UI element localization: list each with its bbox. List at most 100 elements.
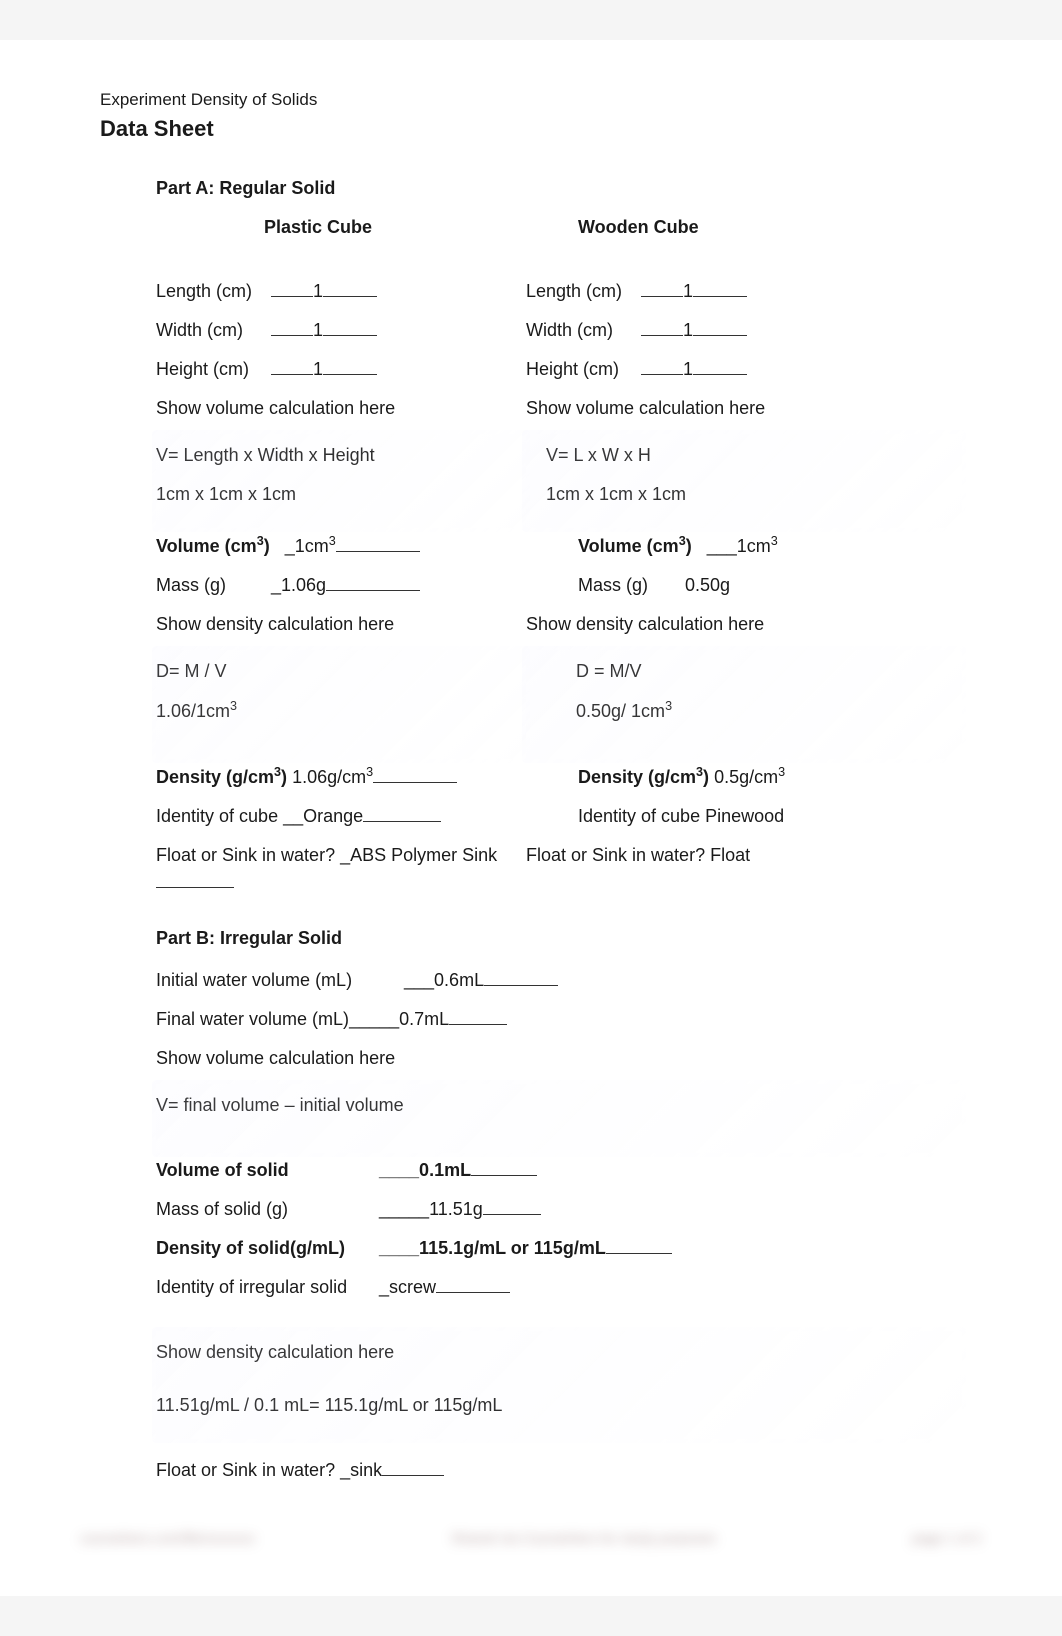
wooden-mass-val: 0.50g xyxy=(685,575,730,595)
plastic-dens-formula: D= M / V xyxy=(156,658,526,685)
blank xyxy=(336,551,420,552)
partb-float-label: Float or Sink in water? xyxy=(156,1460,335,1480)
plastic-height-val: 1 xyxy=(313,359,323,379)
wooden-dens-formula: D = M/V xyxy=(576,658,962,685)
partb-volume-label: Volume of solid xyxy=(156,1157,374,1184)
wooden-length-val: 1 xyxy=(683,281,693,301)
plastic-volume-label: Volume (cm3) xyxy=(156,536,270,556)
wooden-mass-label: Mass (g) xyxy=(578,572,680,599)
blank xyxy=(693,335,747,336)
wooden-cube-col: Wooden Cube Length (cm) 1 Width (cm) 1 H… xyxy=(526,217,962,908)
wooden-volume-label: Volume (cm3) xyxy=(578,536,692,556)
plastic-show-vol: Show volume calculation here xyxy=(156,395,526,422)
plastic-width-val: 1 xyxy=(313,320,323,340)
plastic-cube-col: Plastic Cube Length (cm) 1 Width (cm) 1 … xyxy=(156,217,526,908)
blank xyxy=(373,782,457,783)
wooden-show-dens: Show density calculation here xyxy=(526,611,962,638)
wooden-dens-calc: 0.50g/ 1cm3 xyxy=(576,697,962,725)
blank xyxy=(436,1292,510,1293)
footer-center: Shared via CourseHero for study purposes xyxy=(451,1530,716,1546)
partb-final-label: Final water volume (mL) xyxy=(156,1009,349,1029)
partb-show-dens: Show density calculation here xyxy=(156,1339,962,1366)
wooden-height-val: 1 xyxy=(683,359,693,379)
page-title: Data Sheet xyxy=(100,116,962,142)
blank xyxy=(156,887,234,888)
partb-dens-calc: 11.51g/mL / 0.1 mL= 115.1g/mL or 115g/mL xyxy=(156,1392,962,1419)
plastic-mass-label: Mass (g) xyxy=(156,572,266,599)
part-a-title: Part A: Regular Solid xyxy=(156,178,962,199)
footer: coursehero.com/file/xxxxxxx Shared via C… xyxy=(80,1530,982,1546)
blank xyxy=(363,821,441,822)
wooden-heading: Wooden Cube xyxy=(526,217,962,238)
blank xyxy=(693,374,747,375)
partb-mass-label: Mass of solid (g) xyxy=(156,1196,374,1223)
blank xyxy=(382,1475,444,1476)
plastic-height-label: Height (cm) xyxy=(156,356,266,383)
experiment-title: Experiment Density of Solids xyxy=(100,90,962,110)
plastic-volume-val: _1cm3 xyxy=(285,536,336,556)
partb-initial-val: ___0.6mL xyxy=(404,970,484,990)
partb-float-val: _sink xyxy=(340,1460,382,1480)
plastic-density-label: Density (g/cm3) xyxy=(156,763,287,791)
plastic-density-val: 1.06g/cm3 xyxy=(292,763,373,791)
partb-dens-box: Show density calculation here 11.51g/mL … xyxy=(156,1331,962,1439)
blank xyxy=(271,296,313,297)
part-b-title: Part B: Irregular Solid xyxy=(156,928,962,949)
plastic-dens-box: D= M / V 1.06/1cm3 xyxy=(156,650,526,759)
wooden-density-val: 0.5g/cm3 xyxy=(714,763,785,791)
wooden-vol-box: V= L x W x H 1cm x 1cm x 1cm xyxy=(526,434,962,528)
wooden-identity-label: Identity of cube xyxy=(578,806,700,826)
plastic-vol-formula: V= Length x Width x Height xyxy=(156,442,526,469)
wooden-vol-formula: V= L x W x H xyxy=(546,442,962,469)
plastic-vol-box: V= Length x Width x Height 1cm x 1cm x 1… xyxy=(156,434,526,528)
plastic-float-val: _ABS Polymer Sink xyxy=(340,845,497,865)
blank xyxy=(271,374,313,375)
partb-initial-label: Initial water volume (mL) xyxy=(156,967,374,994)
footer-right: page 1 of 2 xyxy=(912,1530,982,1546)
blank xyxy=(693,296,747,297)
blank xyxy=(271,335,313,336)
wooden-float-val: Float xyxy=(710,845,750,865)
blank xyxy=(483,1214,541,1215)
blank xyxy=(484,985,558,986)
partb-density-label: Density of solid(g/mL) xyxy=(156,1235,374,1262)
blank xyxy=(323,296,377,297)
wooden-identity-val: Pinewood xyxy=(705,806,784,826)
wooden-width-label: Width (cm) xyxy=(526,317,636,344)
wooden-show-vol: Show volume calculation here xyxy=(526,395,962,422)
blank xyxy=(471,1175,537,1176)
partb-vol-formula: V= final volume – initial volume xyxy=(156,1092,962,1119)
plastic-mass-val: _1.06g xyxy=(271,575,326,595)
plastic-length-label: Length (cm) xyxy=(156,278,266,305)
blank xyxy=(449,1024,507,1025)
plastic-width-label: Width (cm) xyxy=(156,317,266,344)
plastic-identity-val: __Orange xyxy=(283,806,363,826)
plastic-float-label: Float or Sink in water? xyxy=(156,845,335,865)
wooden-volume-val: ___1cm3 xyxy=(707,536,778,556)
plastic-length-val: 1 xyxy=(313,281,323,301)
partb-vol-box: V= final volume – initial volume xyxy=(156,1084,962,1153)
blank xyxy=(323,374,377,375)
plastic-dens-calc: 1.06/1cm3 xyxy=(156,697,526,725)
footer-left: coursehero.com/file/xxxxxxx xyxy=(80,1530,255,1546)
wooden-density-label: Density (g/cm3) xyxy=(578,763,709,791)
partb-volume-val: ____0.1mL xyxy=(379,1160,471,1180)
blank xyxy=(641,374,683,375)
blank xyxy=(323,335,377,336)
blank xyxy=(326,590,420,591)
plastic-vol-calc: 1cm x 1cm x 1cm xyxy=(156,481,526,508)
partb-density-val: ____115.1g/mL or 115g/mL xyxy=(379,1238,606,1258)
plastic-identity-label: Identity of cube xyxy=(156,806,278,826)
plastic-show-dens: Show density calculation here xyxy=(156,611,526,638)
blank xyxy=(641,335,683,336)
wooden-dens-box: D = M/V 0.50g/ 1cm3 xyxy=(526,650,962,759)
blank xyxy=(606,1253,672,1254)
wooden-height-label: Height (cm) xyxy=(526,356,636,383)
blank xyxy=(641,296,683,297)
partb-identity-label: Identity of irregular solid xyxy=(156,1274,374,1301)
wooden-vol-calc: 1cm x 1cm x 1cm xyxy=(546,481,962,508)
wooden-width-val: 1 xyxy=(683,320,693,340)
plastic-heading: Plastic Cube xyxy=(156,217,526,238)
partb-final-val: _____0.7mL xyxy=(349,1009,449,1029)
wooden-float-label: Float or Sink in water? xyxy=(526,845,705,865)
